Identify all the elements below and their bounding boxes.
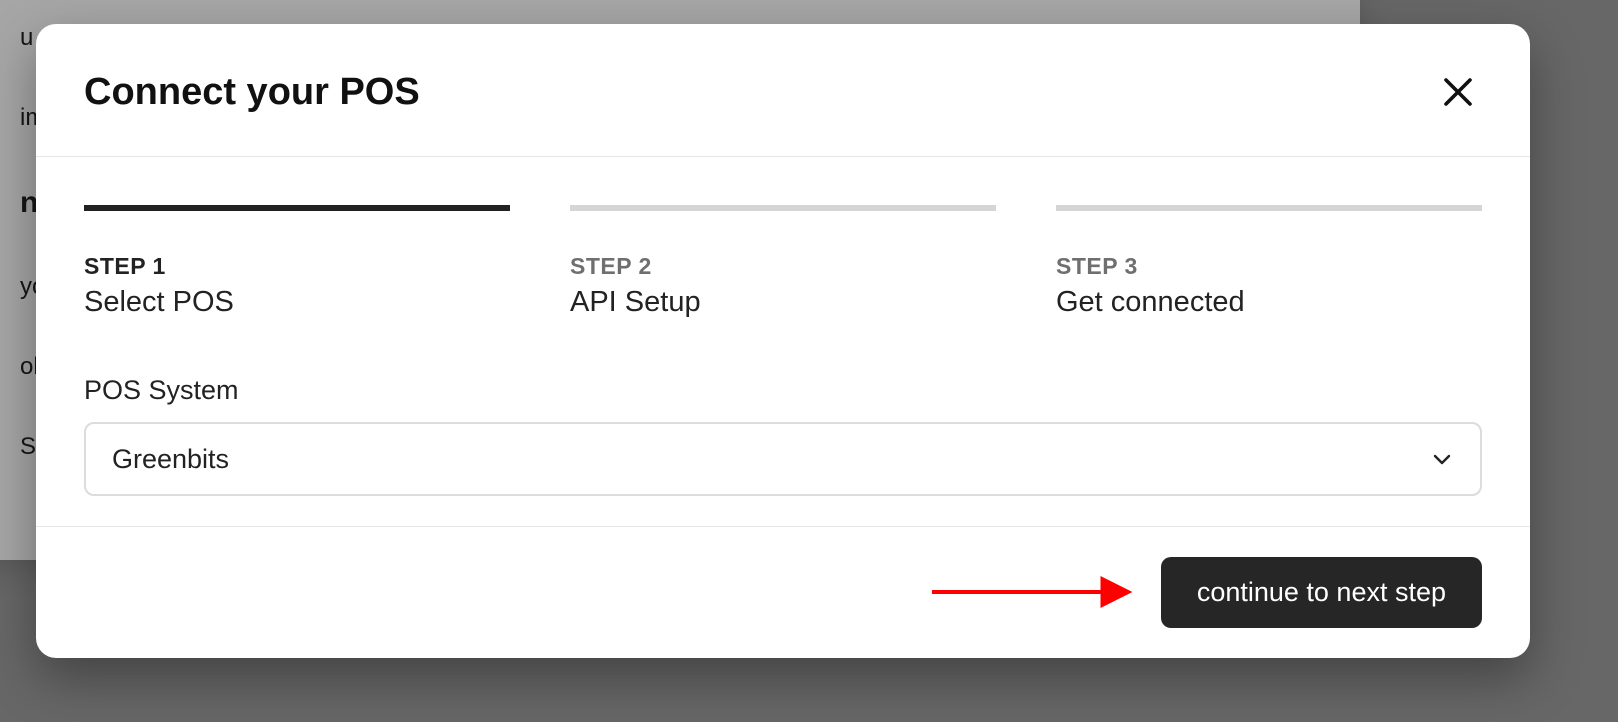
pos-system-label: POS System [84, 375, 1482, 406]
step-2: STEP 2 API Setup [570, 205, 996, 319]
chevron-down-icon [1430, 447, 1454, 471]
continue-button[interactable]: continue to next step [1161, 557, 1482, 628]
step-bar [570, 205, 996, 211]
step-title: Select POS [84, 286, 510, 319]
step-3: STEP 3 Get connected [1056, 205, 1482, 319]
pos-system-value: Greenbits [112, 444, 1430, 475]
step-kicker: STEP 2 [570, 253, 996, 280]
modal-footer: continue to next step [36, 526, 1530, 658]
connect-pos-modal: Connect your POS STEP 1 Select POS STEP … [36, 24, 1530, 658]
pos-system-select[interactable]: Greenbits [84, 422, 1482, 496]
step-kicker: STEP 1 [84, 253, 510, 280]
close-button[interactable] [1434, 68, 1482, 116]
pos-system-field: POS System Greenbits [84, 375, 1482, 496]
step-bar [84, 205, 510, 211]
modal-title: Connect your POS [84, 71, 420, 114]
step-bar [1056, 205, 1482, 211]
step-title: API Setup [570, 286, 996, 319]
stepper: STEP 1 Select POS STEP 2 API Setup STEP … [84, 157, 1482, 319]
modal-header: Connect your POS [36, 24, 1530, 157]
close-icon [1440, 74, 1476, 110]
step-title: Get connected [1056, 286, 1482, 319]
modal-body: STEP 1 Select POS STEP 2 API Setup STEP … [36, 157, 1530, 526]
step-kicker: STEP 3 [1056, 253, 1482, 280]
step-1: STEP 1 Select POS [84, 205, 510, 319]
